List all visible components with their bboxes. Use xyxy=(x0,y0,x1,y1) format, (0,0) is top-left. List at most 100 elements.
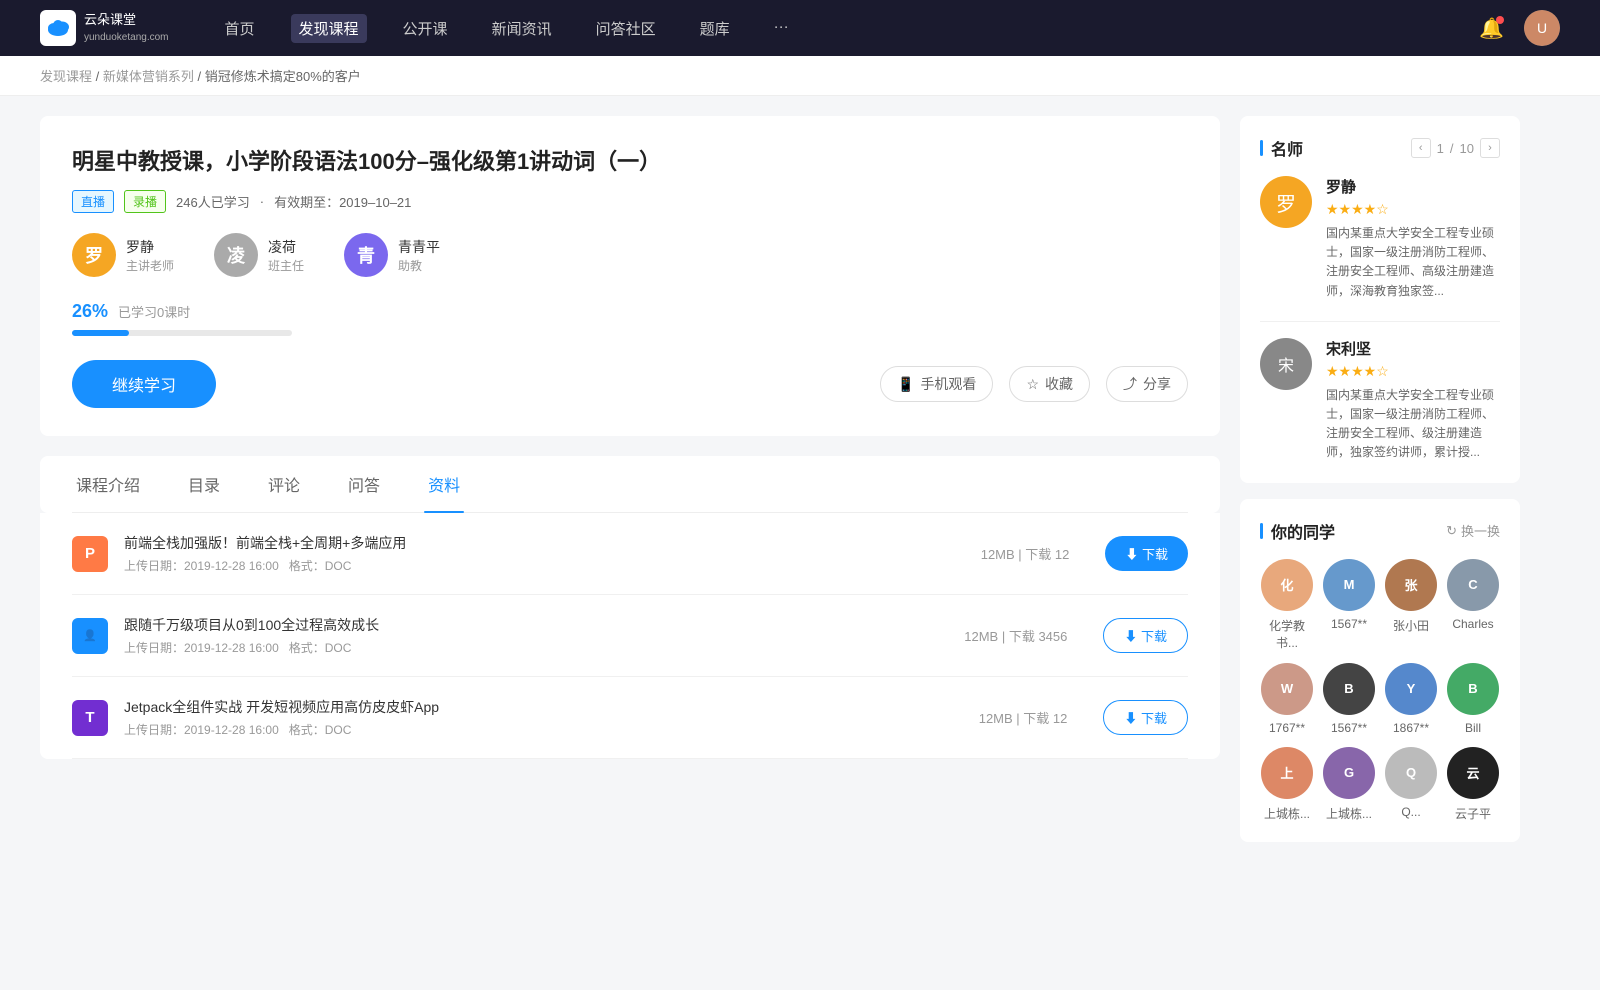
resource-icon-1: P xyxy=(72,536,108,572)
resource-stats-3: 12MB | 下载 12 xyxy=(979,708,1068,727)
valid-date: 有效期至：2019–10–21 xyxy=(274,192,411,211)
next-teacher-page[interactable]: › xyxy=(1480,138,1500,158)
teacher-2-role: 班主任 xyxy=(268,257,304,274)
classmate-2: M 1567** xyxy=(1322,559,1376,651)
breadcrumb-link-2[interactable]: 新媒体营销系列 xyxy=(103,69,194,84)
resource-icon-2: 👤 xyxy=(72,618,108,654)
collect-button[interactable]: ☆ 收藏 xyxy=(1009,366,1090,402)
header: 云朵课堂yunduoketang.com 首页 发现课程 公开课 新闻资讯 问答… xyxy=(0,0,1600,56)
resource-name-3: Jetpack全组件实战 开发短视频应用高仿皮皮虾App xyxy=(124,697,943,717)
user-avatar-header[interactable]: U xyxy=(1524,10,1560,46)
progress-section: 26% 已学习0课时 xyxy=(72,301,1188,336)
resource-item-1: P 前端全栈加强版！前端全栈+全周期+多端应用 上传日期：2019-12-28 … xyxy=(72,513,1188,595)
resource-item-2: 👤 跟随千万级项目从0到100全过程高效成长 上传日期：2019-12-28 1… xyxy=(72,595,1188,677)
logo-icon xyxy=(40,10,76,46)
nav-public[interactable]: 公开课 xyxy=(395,14,456,43)
classmate-2-avatar: M xyxy=(1323,559,1375,611)
classmate-4: C Charles xyxy=(1446,559,1500,651)
tab-qa[interactable]: 问答 xyxy=(344,456,384,512)
course-meta: 直播 录播 246人已学习 · 有效期至：2019–10–21 xyxy=(72,190,1188,213)
valid-until: · xyxy=(260,194,264,209)
classmate-5-avatar: W xyxy=(1261,663,1313,715)
teacher-card-2-desc: 国内某重点大学安全工程专业硕士，国家一级注册消防工程师、注册安全工程师、级注册建… xyxy=(1326,386,1500,463)
classmate-9-avatar: 上 xyxy=(1261,747,1313,799)
classmate-12: 云 云子平 xyxy=(1446,747,1500,822)
teacher-1-avatar: 罗 xyxy=(72,233,116,277)
breadcrumb-current: 销冠修炼术搞定80%的客户 xyxy=(205,69,361,84)
classmate-10-avatar: G xyxy=(1323,747,1375,799)
classmate-10: G 上城栋... xyxy=(1322,747,1376,822)
students-count: 246人已学习 xyxy=(176,192,250,211)
classmate-8-name: Bill xyxy=(1465,721,1481,735)
nav-discover[interactable]: 发现课程 xyxy=(291,14,367,43)
tab-reviews[interactable]: 评论 xyxy=(264,456,304,512)
nav-more[interactable]: ··· xyxy=(766,14,797,43)
resource-stats-1: 12MB | 下载 12 xyxy=(981,544,1070,563)
share-button[interactable]: ⤴ 分享 xyxy=(1106,366,1188,402)
nav-home[interactable]: 首页 xyxy=(217,14,263,43)
classmate-4-avatar: C xyxy=(1447,559,1499,611)
tab-contents[interactable]: 目录 xyxy=(184,456,224,512)
resource-info-2: 跟随千万级项目从0到100全过程高效成长 上传日期：2019-12-28 16:… xyxy=(124,615,928,656)
teacher-2: 凌 凌荷 班主任 xyxy=(214,233,304,277)
teacher-1-role: 主讲老师 xyxy=(126,257,174,274)
classmate-5: W 1767** xyxy=(1260,663,1314,735)
share-icon: ⤴ xyxy=(1123,374,1137,394)
classmates-panel: 你的同学 ↻ 换一换 化 化学教书... M 1567** 张 张小田 xyxy=(1240,499,1520,842)
tab-resources[interactable]: 资料 xyxy=(424,456,464,512)
mobile-watch-button[interactable]: 📱 手机观看 xyxy=(880,366,993,402)
nav-news[interactable]: 新闻资讯 xyxy=(484,14,560,43)
teacher-card-2-name: 宋利坚 xyxy=(1326,338,1500,359)
classmate-10-name: 上城栋... xyxy=(1326,805,1372,822)
continue-learning-button[interactable]: 继续学习 xyxy=(72,360,216,408)
tab-intro[interactable]: 课程介绍 xyxy=(72,456,144,512)
progress-bar-bg xyxy=(72,330,292,336)
teacher-2-name: 凌荷 xyxy=(268,237,304,257)
progress-bar-fill xyxy=(72,330,129,336)
classmate-7-avatar: Y xyxy=(1385,663,1437,715)
prev-teacher-page[interactable]: ‹ xyxy=(1411,138,1431,158)
classmates-title: 你的同学 xyxy=(1260,519,1335,543)
classmate-3-name: 张小田 xyxy=(1393,617,1429,634)
notification-bell[interactable]: 🔔 xyxy=(1479,16,1504,41)
tabs-row: 课程介绍 目录 评论 问答 资料 xyxy=(72,456,1188,513)
teacher-3-avatar: 青 xyxy=(344,233,388,277)
classmate-3: 张 张小田 xyxy=(1384,559,1438,651)
teacher-3: 青 青青平 助教 xyxy=(344,233,440,277)
logo-text: 云朵课堂yunduoketang.com xyxy=(84,12,169,44)
logo[interactable]: 云朵课堂yunduoketang.com xyxy=(40,10,169,46)
breadcrumb-link-1[interactable]: 发现课程 xyxy=(40,69,92,84)
tag-record: 录播 xyxy=(124,190,166,213)
swap-classmates-button[interactable]: ↻ 换一换 xyxy=(1446,521,1500,540)
mobile-icon: 📱 xyxy=(897,376,914,393)
teacher-card-1-info: 罗静 ★★★★☆ 国内某重点大学安全工程专业硕士，国家一级注册消防工程师、注册安… xyxy=(1326,176,1500,301)
resource-meta-1: 上传日期：2019-12-28 16:00 格式：DOC xyxy=(124,557,945,574)
breadcrumb: 发现课程 / 新媒体营销系列 / 销冠修炼术搞定80%的客户 xyxy=(0,56,1600,96)
download-button-3[interactable]: ⬇ 下载 xyxy=(1103,700,1188,735)
teacher-card-2-info: 宋利坚 ★★★★☆ 国内某重点大学安全工程专业硕士，国家一级注册消防工程师、注册… xyxy=(1326,338,1500,463)
download-button-1[interactable]: ⬇ 下载 xyxy=(1105,536,1188,571)
teacher-card-1-name: 罗静 xyxy=(1326,176,1500,197)
star-icon: ☆ xyxy=(1026,376,1039,393)
classmate-6: B 1567** xyxy=(1322,663,1376,735)
action-buttons: 📱 手机观看 ☆ 收藏 ⤴ 分享 xyxy=(880,366,1188,402)
teacher-2-avatar: 凌 xyxy=(214,233,258,277)
nav-exam[interactable]: 题库 xyxy=(692,14,738,43)
download-button-2[interactable]: ⬇ 下载 xyxy=(1103,618,1188,653)
teacher-3-role: 助教 xyxy=(398,257,440,274)
teacher-1: 罗 罗静 主讲老师 xyxy=(72,233,174,277)
teachers-panel: 名师 ‹ 1/10 › 罗 罗静 ★★★★☆ 国内某重点大学安全工程专业硕士，国… xyxy=(1240,116,1520,483)
teacher-page-total: 10 xyxy=(1460,141,1474,156)
main-nav: 首页 发现课程 公开课 新闻资讯 问答社区 题库 ··· xyxy=(217,14,1448,43)
nav-qa[interactable]: 问答社区 xyxy=(588,14,664,43)
classmate-7: Y 1867** xyxy=(1384,663,1438,735)
classmate-11-name: Q... xyxy=(1401,805,1420,819)
classmate-12-name: 云子平 xyxy=(1455,805,1491,822)
action-row: 继续学习 📱 手机观看 ☆ 收藏 ⤴ 分享 xyxy=(72,360,1188,408)
resource-item-3: T Jetpack全组件实战 开发短视频应用高仿皮皮虾App 上传日期：2019… xyxy=(72,677,1188,759)
resource-meta-2: 上传日期：2019-12-28 16:00 格式：DOC xyxy=(124,639,928,656)
progress-percentage: 26% xyxy=(72,301,108,322)
resources-list: P 前端全栈加强版！前端全栈+全周期+多端应用 上传日期：2019-12-28 … xyxy=(40,513,1220,759)
classmate-6-name: 1567** xyxy=(1331,721,1367,735)
tag-live: 直播 xyxy=(72,190,114,213)
